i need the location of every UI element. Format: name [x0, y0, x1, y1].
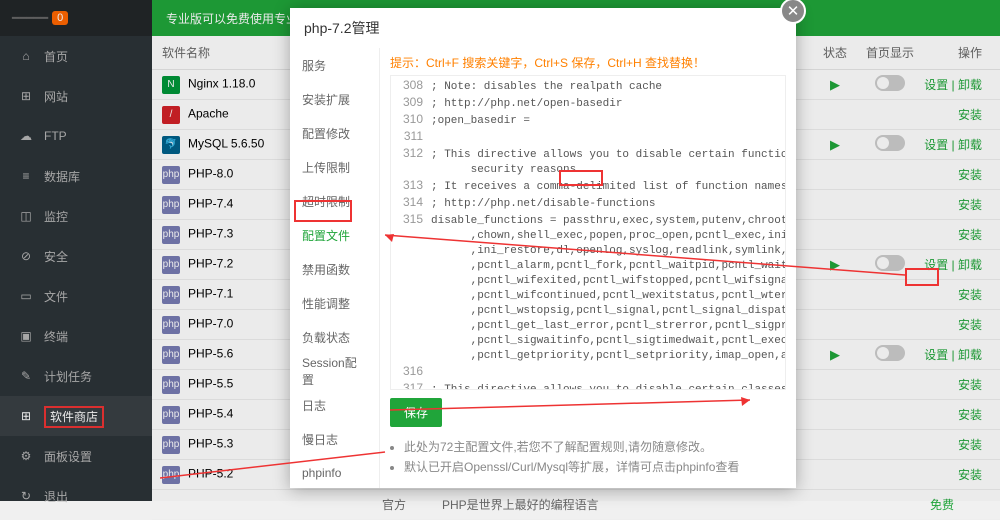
modal-nav-item[interactable]: 安装扩展: [290, 82, 379, 116]
modal-nav-item[interactable]: 性能调整: [290, 286, 379, 320]
modal-nav-item[interactable]: 配置文件: [290, 218, 379, 252]
modal-content: 提示：Ctrl+F 搜索关键字，Ctrl+S 保存，Ctrl+H 查找替换！ 3…: [380, 48, 796, 488]
modal-nav-item[interactable]: 日志: [290, 388, 379, 422]
php-manage-modal: ✕ php-7.2管理 服务安装扩展配置修改上传限制超时限制配置文件禁用函数性能…: [290, 8, 796, 488]
modal-nav-item[interactable]: 禁用函数: [290, 252, 379, 286]
config-notes: 此处为72主配置文件,若您不了解配置规则,请勿随意修改。默认已开启Openssl…: [390, 435, 786, 478]
modal-nav-item[interactable]: 超时限制: [290, 184, 379, 218]
note-item: 默认已开启Openssl/Curl/Mysql等扩展，详情可点击phpinfo查…: [404, 458, 786, 475]
modal-nav-item[interactable]: 慢日志: [290, 422, 379, 456]
modal-title: php-7.2管理: [290, 8, 796, 48]
modal-nav-item[interactable]: 上传限制: [290, 150, 379, 184]
modal-nav: 服务安装扩展配置修改上传限制超时限制配置文件禁用函数性能调整负载状态Sessio…: [290, 48, 380, 488]
note-item: 此处为72主配置文件,若您不了解配置规则,请勿随意修改。: [404, 438, 786, 455]
modal-nav-item[interactable]: 负载状态: [290, 320, 379, 354]
editor-hint: 提示：Ctrl+F 搜索关键字，Ctrl+S 保存，Ctrl+H 查找替换！: [390, 54, 786, 71]
modal-nav-item[interactable]: Session配置: [290, 354, 379, 388]
modal-nav-item[interactable]: 配置修改: [290, 116, 379, 150]
save-button[interactable]: 保存: [390, 398, 442, 427]
modal-nav-item[interactable]: phpinfo: [290, 456, 379, 488]
config-editor[interactable]: 308; Note: disables the realpath cache 3…: [390, 75, 786, 390]
modal-nav-item[interactable]: 服务: [290, 48, 379, 82]
